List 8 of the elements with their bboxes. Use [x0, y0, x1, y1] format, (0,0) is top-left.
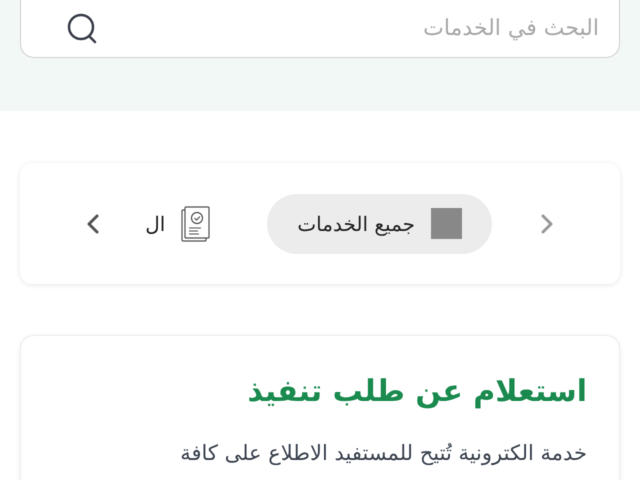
service-description: خدمة الكترونية تُتيح للمستفيد الاطلاع على كافة [179, 440, 587, 468]
search-field[interactable]: البحث في الخدمات [20, 0, 620, 58]
category-chip[interactable]: ال [145, 194, 212, 254]
square-icon [431, 208, 462, 239]
chevron-left-icon[interactable] [86, 212, 100, 234]
category-chip[interactable]: جميع الخدمات [267, 194, 492, 254]
service-title: استعلام عن طلب تنفيذ [246, 373, 587, 411]
document-check-icon [181, 206, 212, 242]
